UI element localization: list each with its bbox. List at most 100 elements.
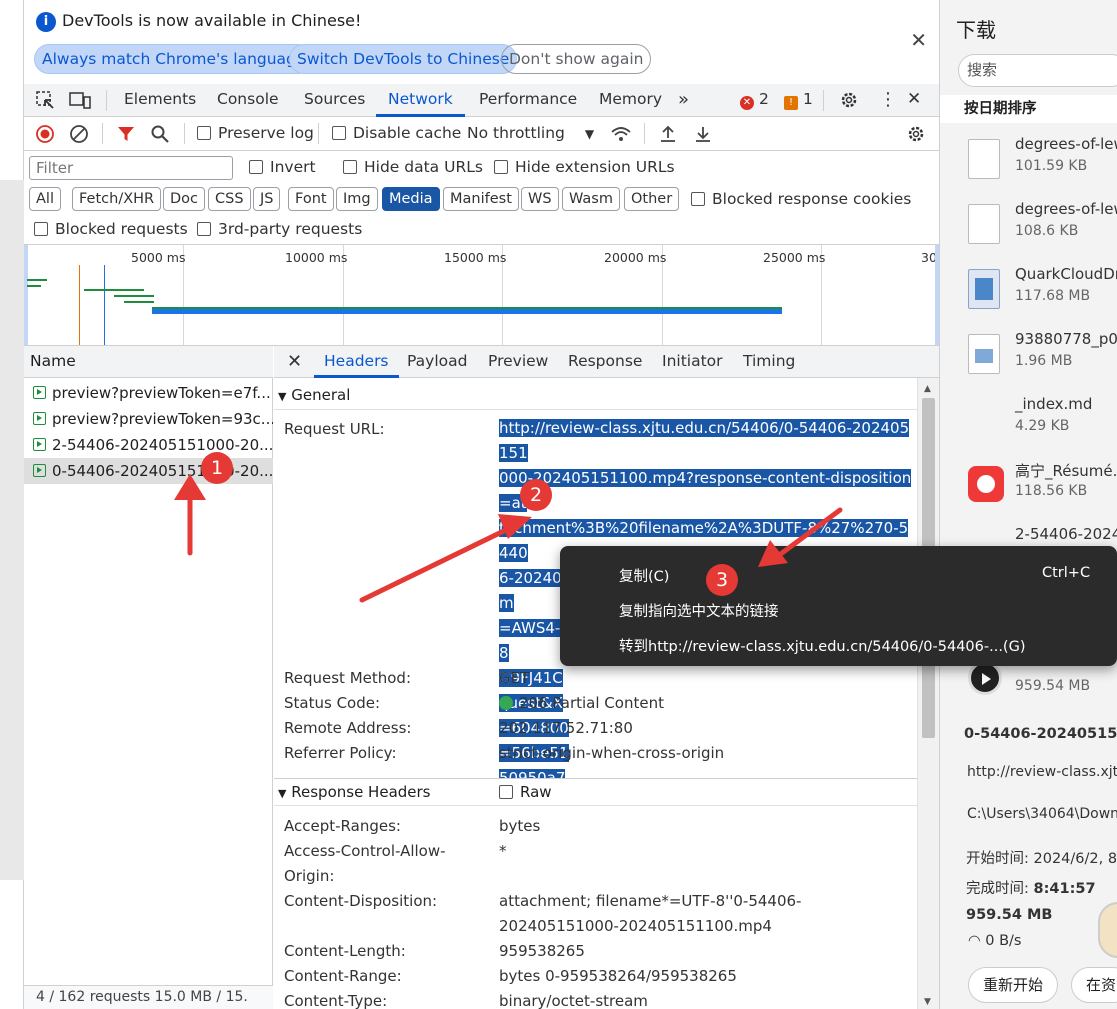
dont-show-again-button[interactable]: Don't show again (501, 44, 652, 74)
scroll-down-icon[interactable]: ▼ (924, 997, 931, 1007)
more-options-icon[interactable]: ⋮ (879, 84, 897, 117)
type-filter-img[interactable]: Img (336, 187, 378, 211)
type-filter-font[interactable]: Font (288, 187, 334, 211)
type-filter-ws[interactable]: WS (521, 187, 559, 211)
media-file-icon (33, 386, 46, 399)
tab-timing[interactable]: Timing (743, 346, 795, 378)
type-filter-all[interactable]: All (29, 187, 61, 211)
device-toolbar-icon[interactable] (69, 84, 91, 117)
settings-gear-icon[interactable] (839, 84, 859, 117)
tab-sources[interactable]: Sources (304, 84, 365, 117)
referrer-policy-value: strict-origin-when-cross-origin (499, 744, 725, 762)
devtools-window: i DevTools is now available in Chinese! … (24, 0, 939, 1009)
throttling-select[interactable]: No throttling ▼ (467, 124, 594, 142)
blocked-requests-checkbox[interactable]: Blocked requests (34, 220, 188, 238)
detail-file-name: 0-54406-202405151 (964, 726, 1117, 742)
menu-item-copy[interactable]: 复制(C) (619, 565, 669, 586)
more-tabs-icon[interactable]: » (678, 84, 689, 117)
download-item[interactable]: degrees-of-lew 101.59 KB (940, 127, 1117, 191)
warning-count[interactable]: ! 1 (784, 84, 813, 117)
preserve-log-checkbox[interactable]: Preserve log (197, 124, 314, 142)
close-details-icon[interactable]: ✕ (287, 346, 302, 378)
response-headers-section[interactable]: ▼ Response Headers Raw (274, 778, 917, 806)
third-party-checkbox[interactable]: 3rd-party requests (197, 220, 362, 238)
type-filter-media[interactable]: Media (382, 187, 440, 211)
search-icon[interactable] (150, 124, 170, 148)
header-name: Content-Disposition: (284, 892, 438, 910)
network-conditions-icon[interactable] (610, 124, 632, 148)
type-filter-doc[interactable]: Doc (163, 187, 206, 211)
download-item[interactable]: 93880778_p0.p 1.96 MB (940, 322, 1117, 386)
menu-item-go-to-url[interactable]: 转到http://review-class.xjtu.edu.cn/54406/… (619, 635, 1025, 656)
download-item[interactable]: degrees-of-lew 108.6 KB (940, 192, 1117, 256)
media-file-icon (33, 438, 46, 451)
inspect-element-icon[interactable] (35, 84, 55, 117)
switch-to-chinese-button[interactable]: Switch DevTools to Chinese (289, 44, 518, 74)
type-filter-js[interactable]: JS (253, 187, 281, 211)
type-filter-css[interactable]: CSS (208, 187, 251, 211)
header-name: Origin: (284, 867, 335, 885)
close-devtools-icon[interactable]: ✕ (907, 84, 921, 117)
details-scrollbar[interactable]: ▲ ▼ (917, 378, 939, 1009)
filter-funnel-icon[interactable] (116, 124, 136, 148)
hide-data-urls-checkbox[interactable]: Hide data URLs (343, 158, 483, 176)
name-column-header[interactable]: Name (24, 346, 273, 378)
download-item[interactable]: _index.md 4.29 KB (940, 387, 1117, 451)
blocked-cookies-checkbox[interactable]: Blocked response cookies (691, 190, 911, 208)
clear-icon[interactable] (69, 124, 89, 148)
tab-initiator[interactable]: Initiator (662, 346, 723, 378)
tab-performance[interactable]: Performance (479, 84, 577, 117)
close-infobar-icon[interactable]: ✕ (910, 28, 927, 52)
import-har-icon[interactable] (658, 124, 678, 148)
tab-preview[interactable]: Preview (488, 346, 548, 378)
network-timeline-overview[interactable]: 5000 ms 10000 ms 15000 ms 20000 ms 25000… (24, 245, 939, 346)
tab-elements[interactable]: Elements (124, 84, 196, 117)
network-settings-icon[interactable] (906, 124, 926, 148)
download-detail: 0-54406-202405151 http://review-class.xj… (940, 710, 1117, 1009)
invert-checkbox[interactable]: Invert (249, 158, 316, 176)
detail-save-path[interactable]: C:\Users\34064\Down (967, 806, 1117, 822)
tab-network[interactable]: Network (376, 84, 465, 117)
timeline-tick: 15000 ms (444, 250, 507, 265)
header-value: 959538265 (499, 942, 585, 960)
scroll-up-icon[interactable]: ▲ (924, 384, 931, 394)
infobar-message: DevTools is now available in Chinese! (62, 11, 362, 30)
tab-memory[interactable]: Memory (599, 84, 662, 117)
downloads-search-input[interactable]: 搜索 (958, 54, 1117, 87)
timeline-tick: 10000 ms (285, 250, 348, 265)
export-har-icon[interactable] (693, 124, 713, 148)
match-language-button[interactable]: Always match Chrome's language (34, 44, 314, 74)
tab-response[interactable]: Response (568, 346, 642, 378)
request-row-selected[interactable]: 0-54406-202405151000-20... (24, 458, 273, 484)
menu-item-copy-link-to-text[interactable]: 复制指向选中文本的链接 (619, 600, 779, 621)
hide-extension-urls-checkbox[interactable]: Hide extension URLs (494, 158, 675, 176)
header-name: Accept-Ranges: (284, 817, 401, 835)
download-item[interactable]: 高宁_Résumé.p 118.56 KB (940, 452, 1117, 516)
type-filter-other[interactable]: Other (624, 187, 680, 211)
restart-download-button[interactable]: 重新开始 (968, 967, 1059, 1003)
tab-payload[interactable]: Payload (407, 346, 467, 378)
type-filter-manifest[interactable]: Manifest (443, 187, 519, 211)
general-section-header[interactable]: ▼ General (274, 382, 917, 410)
image-file-icon (968, 334, 1000, 374)
info-icon: i (36, 12, 56, 32)
request-method-value: GET (499, 669, 530, 687)
error-count[interactable]: ✕ 2 (740, 84, 769, 117)
disable-cache-checkbox[interactable]: Disable cache (332, 124, 461, 142)
tab-headers[interactable]: Headers (314, 346, 399, 378)
filter-input[interactable]: Filter (29, 156, 233, 180)
raw-checkbox[interactable]: Raw (499, 779, 552, 806)
detail-source-url[interactable]: http://review-class.xjt (967, 764, 1117, 780)
sort-by-date[interactable]: 按日期排序 (940, 95, 1117, 123)
type-filter-fetch-xhr[interactable]: Fetch/XHR (72, 187, 162, 211)
type-filter-wasm[interactable]: Wasm (562, 187, 620, 211)
header-value: binary/octet-stream (499, 992, 648, 1009)
request-row[interactable]: 2-54406-202405151000-20... (24, 432, 273, 458)
download-item[interactable]: QuarkCloudDr 117.68 MB (940, 257, 1117, 321)
request-method-label: Request Method: (284, 669, 412, 687)
show-in-folder-button[interactable]: 在资 (1071, 967, 1117, 1003)
record-icon[interactable] (35, 124, 55, 148)
tab-console[interactable]: Console (217, 84, 279, 117)
request-row[interactable]: preview?previewToken=93c... (24, 406, 273, 432)
request-row[interactable]: preview?previewToken=e7f... (24, 380, 273, 406)
